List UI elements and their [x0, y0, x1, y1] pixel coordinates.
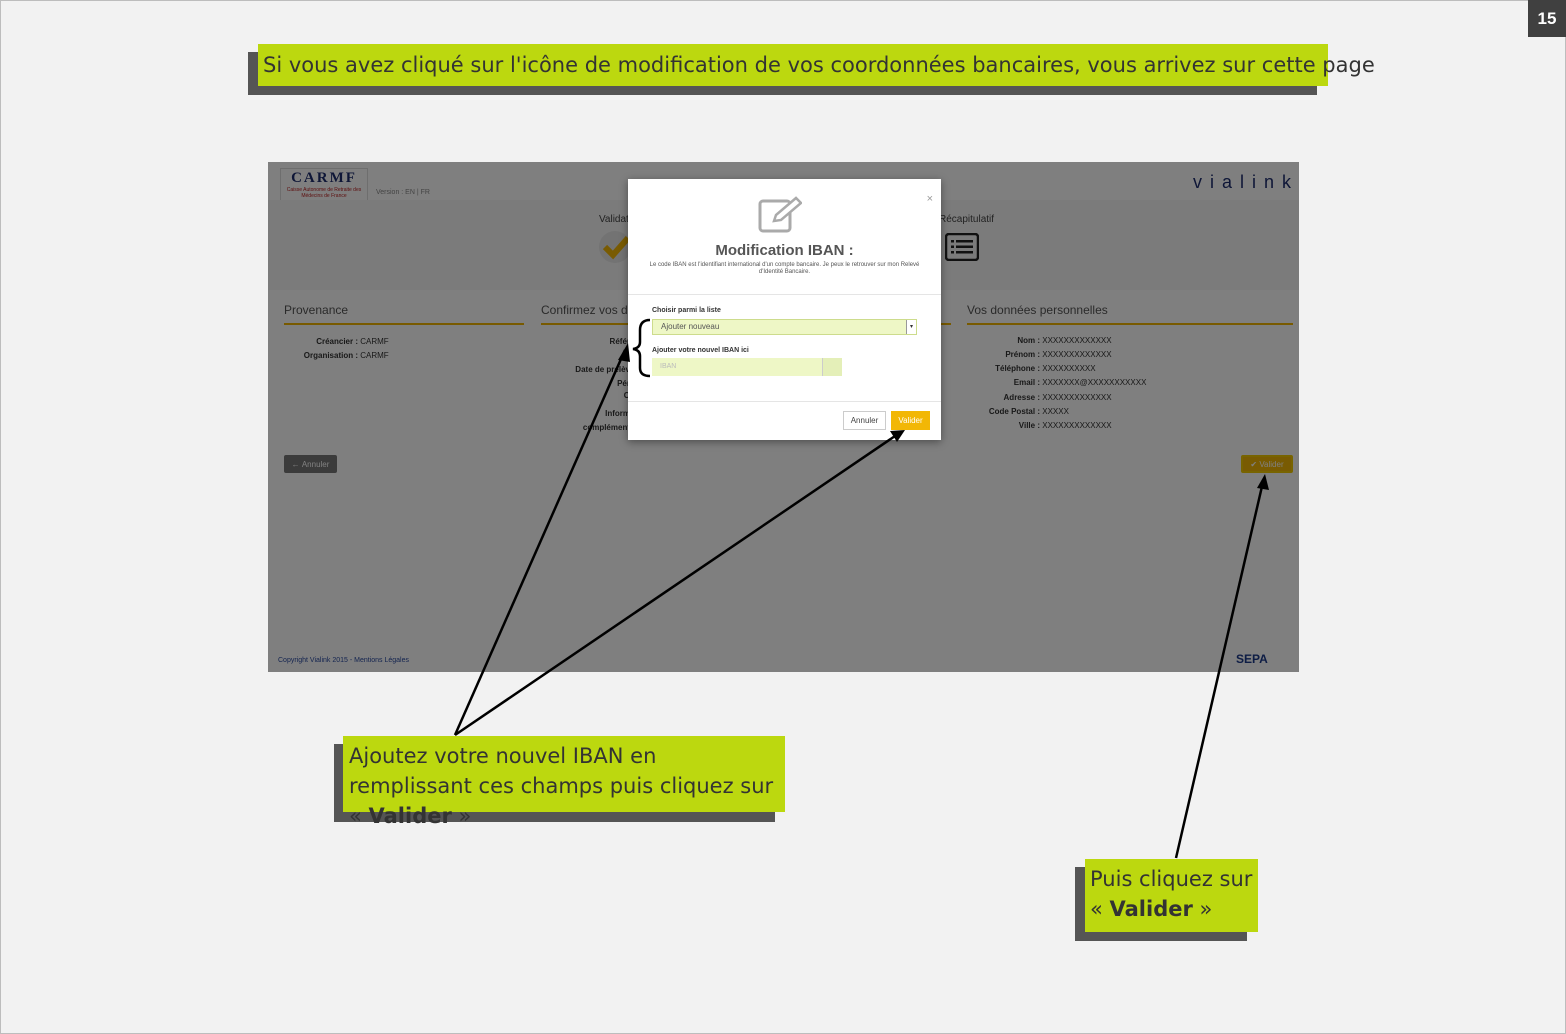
iban-input[interactable]: IBAN	[652, 358, 822, 376]
page-number: 15	[1528, 0, 1566, 37]
callout-valider-bold: Valider	[1109, 897, 1193, 921]
dropdown-arrow-icon[interactable]: ▾	[906, 320, 916, 334]
app-screenshot: CARMF Caisse Autonome de Retraite des Mé…	[268, 162, 1299, 672]
iban-input-addon	[822, 358, 842, 376]
select-value: Ajouter nouveau	[661, 322, 720, 331]
modal-valider-button[interactable]: Valider	[891, 411, 930, 430]
modal-annuler-button[interactable]: Annuler	[843, 411, 886, 430]
modal-description: Le code IBAN est l'identifiant internati…	[649, 262, 920, 275]
iban-select[interactable]: Ajouter nouveau ▾	[652, 319, 917, 335]
close-icon[interactable]: ×	[927, 193, 933, 205]
iban-label: Ajouter votre nouvel IBAN ici	[652, 347, 749, 354]
edit-icon	[758, 196, 802, 233]
iban-modal: × Modification IBAN : Le code IBAN est l…	[628, 179, 941, 440]
modal-title: Modification IBAN :	[715, 242, 854, 259]
callout-fields-end: »	[451, 804, 472, 828]
title-callout-text: Si vous avez cliqué sur l'icône de modif…	[258, 44, 1375, 86]
select-label: Choisir parmi la liste	[652, 307, 721, 314]
modal-divider	[628, 294, 941, 295]
callout-fields-bold: Valider	[368, 804, 452, 828]
modal-footer-divider	[628, 401, 941, 402]
callout-valider-end: »	[1192, 897, 1213, 921]
